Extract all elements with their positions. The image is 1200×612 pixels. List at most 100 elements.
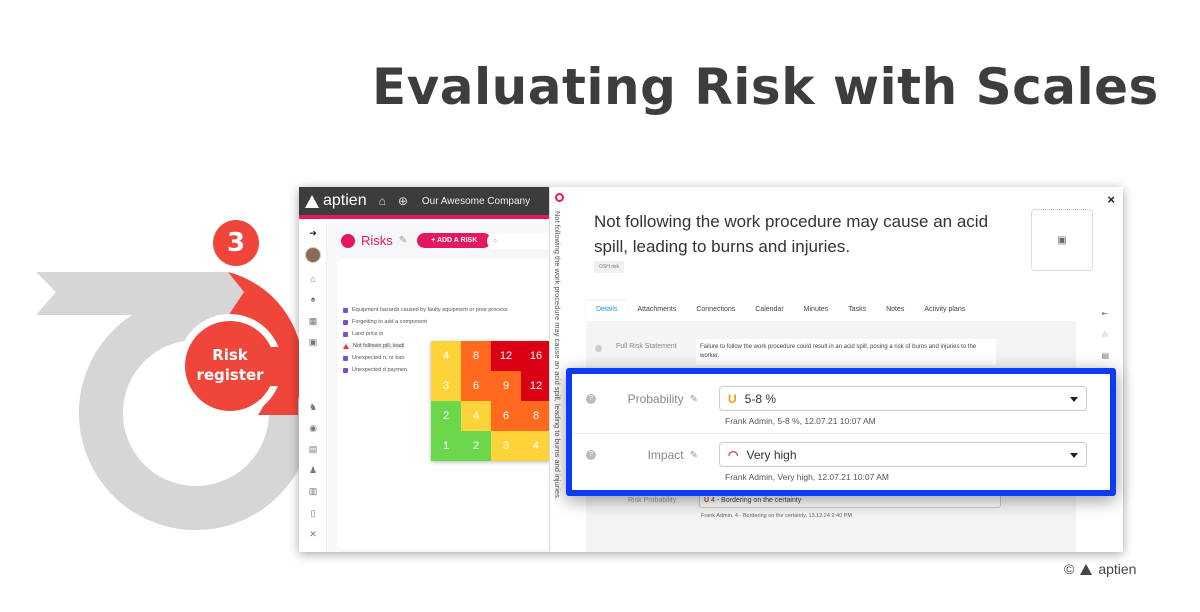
impact-label: Impact ✎ — [647, 448, 698, 462]
add-circle-icon[interactable]: ⊕ — [398, 194, 408, 208]
tab-attachments[interactable]: Attachments — [627, 301, 686, 318]
risk-register-label: Risk register — [196, 346, 264, 384]
dog-icon[interactable]: ♞ — [307, 401, 319, 413]
probability-row: ? Probability ✎ U 5-8 % Frank Admin, 5-8 … — [572, 378, 1110, 434]
tab-connections[interactable]: Connections — [686, 301, 745, 318]
aptien-logo[interactable]: aptien — [305, 192, 367, 210]
impact-meta: Frank Admin, Very high, 12.07.21 10:07 A… — [725, 472, 889, 482]
home-nav-icon[interactable]: ⌂ — [307, 273, 319, 285]
full-risk-statement-label: Full Risk Statement — [616, 343, 677, 350]
add-risk-button[interactable]: + ADD A RISK — [417, 233, 492, 248]
risk-title: Not following the work procedure may cau… — [594, 212, 989, 256]
matrix-cell[interactable]: 9 — [491, 371, 521, 401]
risk-probability-select[interactable]: U 4 - Bordering on the certainty — [699, 494, 1001, 508]
close-button[interactable]: × — [1107, 192, 1115, 207]
risk-type-tag[interactable]: OSH risk — [594, 261, 624, 273]
list-item-selected[interactable]: Not followin pill, leadi — [343, 343, 405, 349]
detail-tabs: Details Attachments Connections Calendar… — [586, 301, 975, 318]
matrix-cell[interactable]: 8 — [461, 341, 491, 371]
matrix-cell[interactable]: 4 — [521, 431, 551, 461]
help-icon[interactable]: ? — [586, 450, 596, 460]
matrix-cell[interactable]: 16 — [521, 341, 551, 371]
calendar-icon[interactable]: ▦ — [307, 315, 319, 327]
side-toolbar: ⇤ ☆ ▤ — [1101, 309, 1109, 360]
person-icon[interactable]: ♟ — [307, 464, 319, 476]
user-avatar[interactable] — [305, 247, 321, 263]
risk-matrix: 4 8 12 16 3 6 9 12 2 4 6 8 1 2 3 4 — [431, 341, 551, 461]
impact-row: ? Impact ✎ ◠ Very high Frank Admin, Very … — [572, 434, 1110, 490]
document-icon[interactable]: ▤ — [307, 443, 319, 455]
left-nav: ➜ ⌂ ♠ ▦ ▣ ♞ ◉ ▤ ♟ ▥ ▯ ✕ — [299, 223, 327, 552]
footer-brand: © aptien — [1064, 561, 1136, 577]
wifi-signal-icon: ◠ — [728, 447, 739, 462]
clipboard-list-icon[interactable]: ▥ — [307, 485, 319, 497]
risk-icon — [343, 367, 348, 373]
bomb-icon — [341, 233, 355, 248]
incoming-arrow — [36, 272, 248, 315]
chevron-down-icon — [1070, 453, 1078, 458]
scales-highlight-box: ? Probability ✎ U 5-8 % Frank Admin, 5-8 … — [566, 368, 1116, 496]
tab-minutes[interactable]: Minutes — [794, 301, 839, 318]
edit-icon[interactable]: ✎ — [399, 235, 407, 246]
document-icon[interactable]: ▤ — [1101, 351, 1109, 360]
risk-icon — [343, 331, 348, 337]
list-item[interactable]: Forgetting to add a component — [343, 319, 427, 325]
tab-calendar[interactable]: Calendar — [745, 301, 793, 318]
matrix-cell[interactable]: 4 — [431, 341, 461, 371]
matrix-cell[interactable]: 3 — [431, 371, 461, 401]
tab-notes[interactable]: Notes — [876, 301, 914, 318]
brand-name: aptien — [1098, 561, 1137, 577]
home-icon[interactable]: ⌂ — [379, 194, 386, 208]
probability-select[interactable]: U 5-8 % — [719, 386, 1087, 411]
top-bar: aptien ⌂ ⊕ Our Awesome Company — [299, 187, 549, 219]
risk-list-pane: Risks ✎ + ADD A RISK ⌕ Equipment hazards… — [327, 223, 557, 552]
warning-icon — [343, 343, 349, 349]
edit-icon[interactable]: ✎ — [690, 450, 698, 461]
matrix-cell[interactable]: 8 — [521, 401, 551, 431]
probability-meta: Frank Admin, 5-8 %, 12.07.21 10:07 AM — [725, 416, 876, 426]
matrix-cell[interactable]: 12 — [491, 341, 521, 371]
matrix-cell[interactable]: 12 — [521, 371, 551, 401]
matrix-cell[interactable]: 6 — [491, 401, 521, 431]
tools-icon[interactable]: ✕ — [307, 528, 319, 540]
list-item[interactable]: Unexpected n, or ban — [343, 355, 405, 361]
matrix-cell[interactable]: 2 — [431, 401, 461, 431]
list-item[interactable]: Land price in — [343, 331, 384, 337]
books-icon[interactable]: ▯ — [307, 507, 319, 519]
page-headline: Evaluating Risk with Scales — [372, 58, 1159, 116]
step-number-badge: 3 — [213, 220, 259, 266]
search-input[interactable]: ⌕ — [487, 233, 557, 249]
matrix-cell[interactable]: 2 — [461, 431, 491, 461]
company-name[interactable]: Our Awesome Company — [422, 196, 530, 207]
magnet-icon: U — [728, 391, 737, 406]
matrix-cell[interactable]: 4 — [461, 401, 491, 431]
star-icon[interactable]: ☆ — [1101, 330, 1109, 339]
list-item[interactable]: Equipment hazards caused by faulty equip… — [343, 307, 508, 313]
image-placeholder[interactable]: ▣ — [1031, 209, 1093, 271]
risk-probability-meta: Frank Admin, 4 - Bordering on the certai… — [701, 513, 852, 519]
pin-icon[interactable]: ⇤ — [1101, 309, 1109, 318]
tab-activity-plans[interactable]: Activity plans — [914, 301, 975, 318]
bell-icon[interactable]: ♠ — [307, 293, 319, 305]
probability-label: Probability ✎ — [627, 392, 698, 406]
matrix-cell[interactable]: 1 — [431, 431, 461, 461]
collapse-nav-icon[interactable]: ➜ — [307, 227, 319, 239]
matrix-cell[interactable]: 3 — [491, 431, 521, 461]
help-icon[interactable]: ? — [586, 394, 596, 404]
tab-details[interactable]: Details — [586, 301, 628, 318]
full-risk-statement-value[interactable]: Failure to follow the work procedure cou… — [696, 339, 996, 365]
tab-tasks[interactable]: Tasks — [838, 301, 876, 318]
image-icon: ▣ — [1057, 234, 1067, 246]
list-item[interactable]: Unexpected d paymen — [343, 367, 407, 373]
check-circle-icon[interactable]: ◉ — [307, 422, 319, 434]
impact-select[interactable]: ◠ Very high — [719, 442, 1087, 467]
chevron-down-icon — [1070, 397, 1078, 402]
risks-title: Risks — [361, 233, 393, 248]
search-icon: ⌕ — [493, 236, 498, 245]
logo-mark-icon — [305, 194, 319, 208]
help-icon[interactable] — [595, 345, 602, 352]
edit-icon[interactable]: ✎ — [690, 394, 698, 405]
matrix-cell[interactable]: 6 — [461, 371, 491, 401]
clipboard-icon[interactable]: ▣ — [307, 336, 319, 348]
risk-icon — [343, 355, 348, 361]
